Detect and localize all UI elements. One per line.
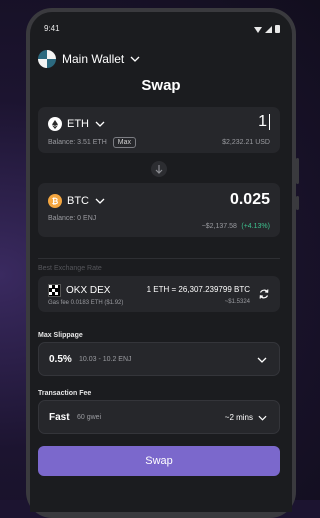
phone-side-button bbox=[296, 196, 299, 210]
dex-name: OKX DEX bbox=[66, 285, 111, 296]
to-token-selector[interactable]: ₿ BTC bbox=[48, 194, 105, 208]
to-balance: Balance: 0 ENJ bbox=[48, 215, 97, 222]
slippage-value: 0.5% bbox=[49, 354, 72, 365]
to-token-symbol: BTC bbox=[67, 195, 89, 207]
swap-direction-button[interactable] bbox=[151, 161, 167, 177]
page-title: Swap bbox=[141, 77, 181, 94]
from-token-symbol: ETH bbox=[67, 118, 89, 130]
from-balance: Balance: 3.51 ETH bbox=[48, 139, 107, 146]
from-usd-value: $2,232.21 USD bbox=[222, 139, 270, 146]
arrow-down-icon bbox=[155, 164, 163, 174]
status-time: 9:41 bbox=[44, 24, 60, 33]
from-amount-input[interactable]: 1 bbox=[258, 113, 270, 131]
to-token-card: ₿ BTC 0.025 Balance: 0 ENJ ~$2,137.58 (+… bbox=[38, 183, 280, 237]
text-cursor bbox=[269, 113, 270, 130]
fee-label: Transaction Fee bbox=[38, 390, 92, 397]
phone-side-button bbox=[296, 158, 299, 184]
chevron-down-icon bbox=[95, 198, 105, 204]
chevron-down-icon bbox=[130, 56, 140, 62]
fee-speed: Fast bbox=[49, 412, 70, 423]
from-balance-row: Balance: 3.51 ETH Max bbox=[48, 137, 136, 148]
btc-icon: ₿ bbox=[48, 194, 62, 208]
best-rate-label: Best Exchange Rate bbox=[38, 265, 102, 272]
gas-fee: Gas fee 0.0183 ETH ($1.92) bbox=[48, 300, 124, 306]
slippage-select[interactable]: 0.5% 10.03 - 10.2 ENJ bbox=[38, 342, 280, 376]
chevron-down-icon bbox=[258, 415, 267, 421]
signal-icon bbox=[265, 25, 272, 33]
wifi-icon bbox=[254, 26, 262, 33]
wallet-name: Main Wallet bbox=[62, 52, 125, 66]
exchange-rate: 1 ETH = 26,307.239799 BTC bbox=[146, 285, 250, 294]
app-screen: 9:41 Main Wallet Swap ETH 1 Balance: 3.5… bbox=[30, 12, 292, 512]
fee-select[interactable]: Fast 60 gwei ~2 mins bbox=[38, 400, 280, 434]
slippage-range: 10.03 - 10.2 ENJ bbox=[79, 356, 132, 363]
to-change-badge: (+4.13%) bbox=[241, 223, 270, 230]
chevron-down-icon bbox=[95, 121, 105, 127]
from-token-card: ETH 1 Balance: 3.51 ETH Max $2,232.21 US… bbox=[38, 107, 280, 153]
from-token-selector[interactable]: ETH bbox=[48, 117, 105, 131]
to-usd-row: ~$2,137.58 (+4.13%) bbox=[202, 215, 270, 233]
from-amount-value: 1 bbox=[258, 113, 267, 130]
to-amount-value: 0.025 bbox=[229, 191, 270, 208]
swap-button[interactable]: Swap bbox=[38, 446, 280, 476]
chevron-down-icon bbox=[257, 357, 267, 363]
wallet-avatar bbox=[38, 50, 56, 68]
refresh-icon[interactable] bbox=[258, 288, 270, 300]
fee-time: ~2 mins bbox=[224, 413, 253, 422]
dex-row: OKX DEX bbox=[48, 284, 110, 297]
best-rate-card[interactable]: OKX DEX Gas fee 0.0183 ETH ($1.92) 1 ETH… bbox=[38, 276, 280, 312]
divider bbox=[38, 258, 280, 259]
max-button[interactable]: Max bbox=[112, 137, 136, 148]
eth-icon bbox=[48, 117, 62, 131]
wallet-selector[interactable]: Main Wallet bbox=[38, 50, 140, 68]
status-icons bbox=[254, 25, 280, 33]
fee-gwei: 60 gwei bbox=[77, 414, 102, 421]
okx-logo-icon bbox=[48, 284, 61, 297]
battery-icon bbox=[275, 25, 280, 33]
exchange-rate-usd: ~$1.5324 bbox=[224, 299, 250, 305]
slippage-label: Max Slippage bbox=[38, 332, 83, 339]
to-usd-value: ~$2,137.58 bbox=[201, 223, 237, 230]
